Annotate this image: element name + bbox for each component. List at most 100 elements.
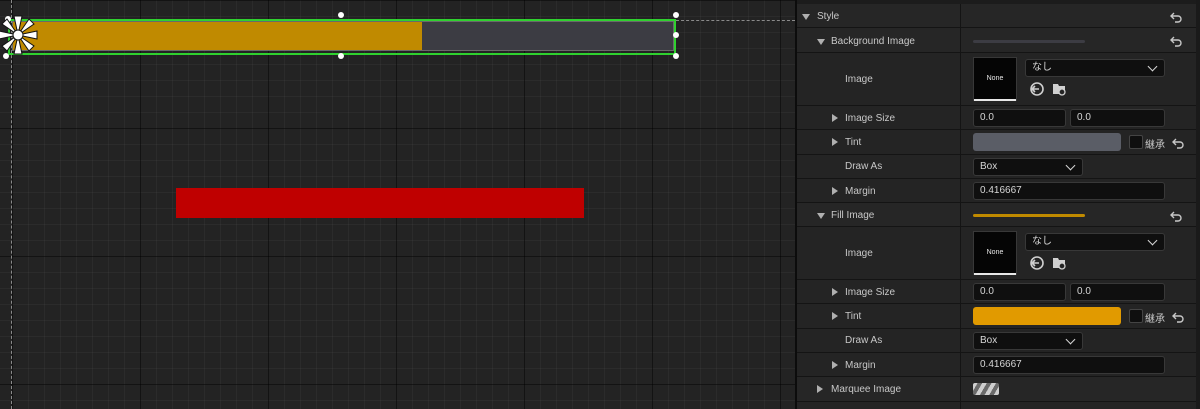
expand-arrow-icon[interactable] — [832, 138, 838, 146]
expand-arrow-icon[interactable] — [817, 213, 825, 219]
brush-preview — [973, 40, 1085, 43]
property-fill-image-image: Image None なし — [797, 227, 1200, 280]
resize-handle-top[interactable] — [338, 12, 344, 18]
property-fill-draw-as[interactable]: Draw As Box — [797, 329, 1200, 353]
use-selected-asset-icon[interactable] — [1029, 81, 1045, 97]
image-size-x-field[interactable]: 0.0 — [973, 109, 1066, 127]
use-selected-asset-icon[interactable] — [1029, 255, 1045, 271]
marquee-preview — [973, 383, 999, 395]
resize-handle-bottom[interactable] — [338, 53, 344, 59]
column-divider — [960, 130, 961, 154]
column-divider — [960, 304, 961, 328]
column-divider — [960, 329, 961, 352]
dropdown-value: Box — [980, 335, 998, 346]
asset-picker-dropdown[interactable]: なし — [1025, 233, 1165, 251]
column-divider — [960, 106, 961, 129]
column-divider — [960, 4, 961, 27]
image-thumbnail[interactable]: None — [973, 57, 1017, 101]
selection-outline — [8, 19, 676, 55]
image-size-y-field[interactable]: 0.0 — [1070, 283, 1165, 301]
designer-canvas[interactable] — [0, 0, 795, 409]
progress-bar-widget[interactable] — [0, 12, 679, 59]
property-bg-image-size[interactable]: Image Size 0.0 0.0 — [797, 106, 1200, 130]
property-bg-image: Image None なし — [797, 53, 1200, 106]
expand-arrow-icon[interactable] — [817, 385, 823, 393]
draw-as-dropdown[interactable]: Box — [973, 158, 1083, 176]
dropdown-value: Box — [980, 161, 998, 172]
image-size-x-field[interactable]: 0.0 — [973, 283, 1066, 301]
reset-arrow-icon[interactable] — [1169, 11, 1183, 23]
details-panel: Style Background Image Image None なし Ima… — [797, 0, 1200, 409]
browse-folder-icon[interactable] — [1051, 81, 1067, 97]
resize-handle-right[interactable] — [673, 32, 679, 38]
expand-arrow-icon[interactable] — [802, 14, 810, 20]
column-divider — [960, 377, 961, 401]
reset-arrow-icon[interactable] — [1171, 137, 1185, 149]
property-label: Tint — [845, 311, 862, 322]
property-marquee-image[interactable]: Marquee Image — [797, 377, 1200, 402]
category-style[interactable]: Style — [797, 4, 1200, 28]
column-divider — [960, 155, 961, 178]
property-label: Fill Image — [831, 210, 875, 221]
draw-as-dropdown[interactable]: Box — [973, 332, 1083, 350]
expand-arrow-icon[interactable] — [832, 312, 838, 320]
property-next — [797, 402, 1200, 409]
resize-handle-top-right[interactable] — [673, 12, 679, 18]
dropdown-value: なし — [1032, 62, 1052, 73]
property-label: Image Size — [845, 287, 896, 298]
property-fill-margin[interactable]: Margin 0.416667 — [797, 353, 1200, 377]
property-label: Image — [845, 74, 873, 85]
property-label: Tint — [845, 137, 862, 148]
column-divider — [960, 353, 961, 376]
column-divider — [960, 28, 961, 52]
property-label: Margin — [845, 360, 876, 371]
inherit-label: 継承 — [1145, 140, 1165, 151]
dropdown-value: なし — [1032, 236, 1052, 247]
property-fill-tint[interactable]: Tint 継承 — [797, 304, 1200, 329]
column-divider — [960, 179, 961, 202]
property-label: Image Size — [845, 113, 896, 124]
anchor-icon[interactable] — [0, 13, 40, 57]
expand-arrow-icon[interactable] — [817, 39, 825, 45]
expand-arrow-icon[interactable] — [832, 114, 838, 122]
safe-zone-guide-horizontal — [676, 20, 795, 21]
property-fill-image-size[interactable]: Image Size 0.0 0.0 — [797, 280, 1200, 304]
inherit-label: 継承 — [1145, 314, 1165, 325]
property-label: Draw As — [845, 335, 883, 346]
image-thumbnail[interactable]: None — [973, 231, 1017, 275]
column-divider — [960, 203, 961, 226]
column-divider — [960, 402, 961, 409]
margin-field[interactable]: 0.416667 — [973, 182, 1165, 200]
expand-arrow-icon[interactable] — [832, 187, 838, 195]
expand-arrow-icon[interactable] — [832, 288, 838, 296]
property-bg-margin[interactable]: Margin 0.416667 — [797, 179, 1200, 203]
property-label: Marquee Image — [831, 384, 902, 395]
column-divider — [960, 53, 961, 105]
property-background-image[interactable]: Background Image — [797, 28, 1200, 53]
reset-arrow-icon[interactable] — [1169, 210, 1183, 222]
safe-zone-guide-vertical — [11, 0, 12, 409]
reset-arrow-icon[interactable] — [1171, 311, 1185, 323]
property-label: Background Image — [831, 36, 915, 47]
property-bg-tint[interactable]: Tint 継承 — [797, 130, 1200, 155]
browse-folder-icon[interactable] — [1051, 255, 1067, 271]
expand-arrow-icon[interactable] — [832, 361, 838, 369]
asset-picker-dropdown[interactable]: なし — [1025, 59, 1165, 77]
property-label: Margin — [845, 186, 876, 197]
property-bg-draw-as[interactable]: Draw As Box — [797, 155, 1200, 179]
tint-color-swatch[interactable] — [973, 307, 1121, 325]
details-scrollbar[interactable] — [1196, 0, 1200, 409]
inherit-checkbox[interactable] — [1129, 135, 1143, 149]
reset-arrow-icon[interactable] — [1169, 35, 1183, 47]
inherit-checkbox[interactable] — [1129, 309, 1143, 323]
red-bar-widget[interactable] — [176, 188, 584, 218]
tint-color-swatch[interactable] — [973, 133, 1121, 151]
brush-preview — [973, 214, 1085, 217]
property-label: Draw As — [845, 161, 883, 172]
property-fill-image[interactable]: Fill Image — [797, 203, 1200, 227]
column-divider — [960, 227, 961, 279]
image-size-y-field[interactable]: 0.0 — [1070, 109, 1165, 127]
margin-field[interactable]: 0.416667 — [973, 356, 1165, 374]
column-divider — [960, 280, 961, 303]
resize-handle-bottom-right[interactable] — [673, 53, 679, 59]
